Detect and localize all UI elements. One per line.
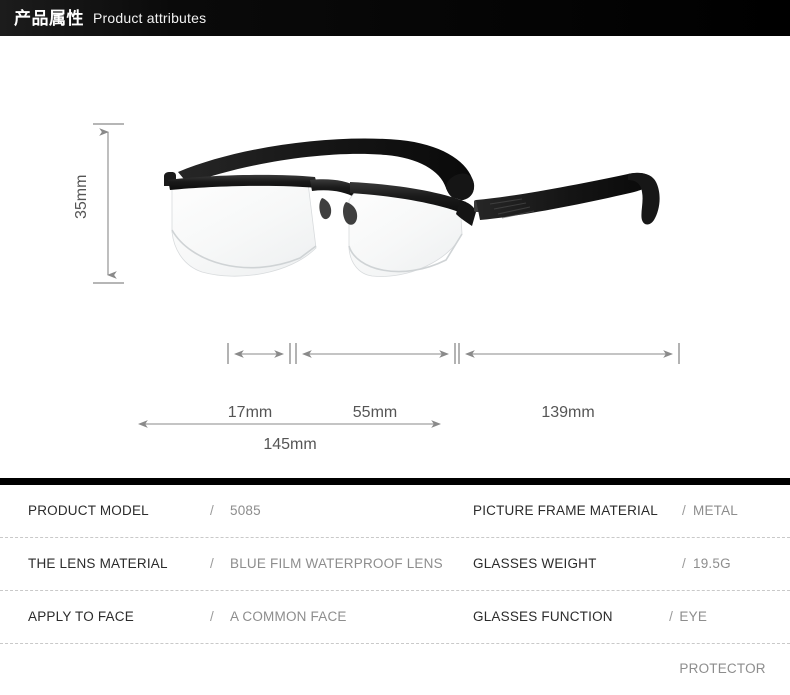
spec-label: THE LENS MATERIAL <box>28 556 168 571</box>
page-title-cn: 产品属性 <box>14 8 84 28</box>
spec-value: A COMMON FACE <box>230 609 347 624</box>
spec-label: PRODUCT MODEL <box>28 503 149 518</box>
spec-cell-glasses-function: GLASSES FUNCTION / EYE PROTECTOR <box>462 591 790 676</box>
spec-cell-apply-to-face: APPLY TO FACE / A COMMON FACE <box>0 591 462 643</box>
spec-label: GLASSES FUNCTION <box>473 609 613 624</box>
specification-table: PRODUCT MODEL / 5085 PICTURE FRAME MATER… <box>0 485 790 680</box>
dimension-lens-height <box>93 123 124 284</box>
spec-value: EYE PROTECTOR <box>679 609 766 676</box>
page-header: 产品属性 Product attributes <box>0 0 790 36</box>
spec-value: 5085 <box>230 503 261 518</box>
spec-separator: / <box>669 609 673 624</box>
spec-cell-frame-material: PICTURE FRAME MATERIAL / METAL <box>462 485 790 537</box>
dimension-label-temple-length: 139mm <box>541 404 595 421</box>
table-row: THE LENS MATERIAL / BLUE FILM WATERPROOF… <box>0 538 790 591</box>
spec-label: GLASSES WEIGHT <box>473 556 597 571</box>
spec-separator: / <box>210 609 214 624</box>
dimension-bridge-width <box>227 343 291 364</box>
spec-separator: / <box>210 503 214 518</box>
spec-label: PICTURE FRAME MATERIAL <box>473 503 658 518</box>
spec-value: BLUE FILM WATERPROOF LENS <box>230 556 443 571</box>
spec-separator: / <box>210 556 214 571</box>
spec-cell-glasses-weight: GLASSES WEIGHT / 19.5G <box>462 538 790 590</box>
table-row: PRODUCT MODEL / 5085 PICTURE FRAME MATER… <box>0 485 790 538</box>
dimension-label-bridge-width: 17mm <box>227 404 273 421</box>
spec-cell-product-model: PRODUCT MODEL / 5085 <box>0 485 462 537</box>
dimension-label-lens-width: 55mm <box>352 404 398 421</box>
product-image-area: 35mm 17mm 55mm 139mm 145mm <box>0 36 790 482</box>
spec-label: APPLY TO FACE <box>28 609 134 624</box>
table-row: APPLY TO FACE / A COMMON FACE GLASSES FU… <box>0 591 790 676</box>
section-separator <box>0 478 790 485</box>
dimension-temple-length <box>458 343 680 364</box>
spec-cell-lens-material: THE LENS MATERIAL / BLUE FILM WATERPROOF… <box>0 538 462 590</box>
spec-value: 19.5G <box>693 556 731 571</box>
dimension-label-total-width: 145mm <box>263 436 317 453</box>
dimension-lens-width <box>295 343 456 364</box>
spec-separator: / <box>682 503 686 518</box>
page-title-en: Product attributes <box>93 10 207 26</box>
dimension-label-lens-height: 35mm <box>73 174 90 219</box>
spec-separator: / <box>682 556 686 571</box>
spec-value: METAL <box>693 503 739 518</box>
